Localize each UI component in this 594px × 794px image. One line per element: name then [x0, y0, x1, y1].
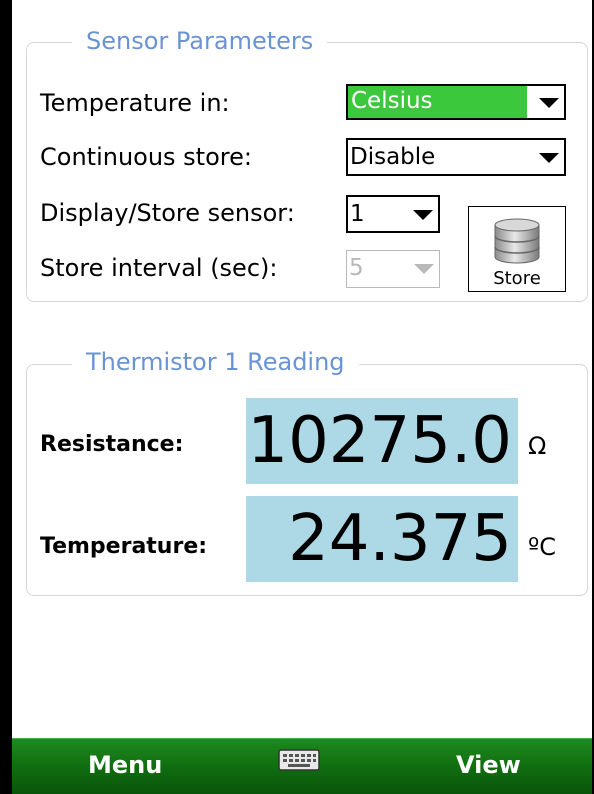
continuous-store-label: Continuous store: [40, 143, 252, 171]
temperature-unit-value: Celsius [348, 86, 527, 118]
resistance-value: 10275.0 [246, 398, 518, 484]
database-icon [494, 218, 540, 264]
chevron-down-icon [539, 153, 559, 163]
display-store-sensor-value: 1 [350, 201, 365, 227]
sensor-parameters-title: Sensor Parameters [72, 26, 328, 56]
resistance-unit: Ω [528, 432, 547, 460]
keyboard-icon[interactable] [278, 749, 320, 771]
store-button[interactable]: Store [468, 206, 566, 292]
store-interval-label: Store interval (sec): [40, 254, 278, 282]
softkey-menubar: Menu View [12, 738, 592, 794]
chevron-down-icon [413, 210, 433, 220]
temperature-unit-select[interactable]: Celsius [346, 84, 566, 120]
temperature-value: 24.375 [246, 496, 518, 582]
temperature-in-label: Temperature in: [40, 89, 230, 117]
temperature-label: Temperature: [40, 534, 208, 559]
store-interval-select[interactable]: 5 [346, 250, 440, 288]
thermistor-reading-title: Thermistor 1 Reading [72, 347, 359, 377]
store-interval-value: 5 [349, 255, 364, 281]
chevron-down-icon [539, 98, 559, 108]
menu-softkey[interactable]: Menu [88, 751, 162, 779]
view-softkey[interactable]: View [456, 751, 521, 779]
store-button-label: Store [493, 268, 541, 289]
display-store-sensor-label: Display/Store sensor: [40, 199, 295, 227]
temperature-unit: ºC [528, 533, 557, 561]
continuous-store-select[interactable]: Disable [346, 138, 566, 176]
chevron-down-icon [414, 264, 434, 274]
continuous-store-value: Disable [350, 144, 436, 170]
display-store-sensor-select[interactable]: 1 [346, 195, 440, 233]
app-screen: Sensor Parameters Temperature in: Celsiu… [12, 0, 592, 794]
resistance-label: Resistance: [40, 432, 184, 457]
